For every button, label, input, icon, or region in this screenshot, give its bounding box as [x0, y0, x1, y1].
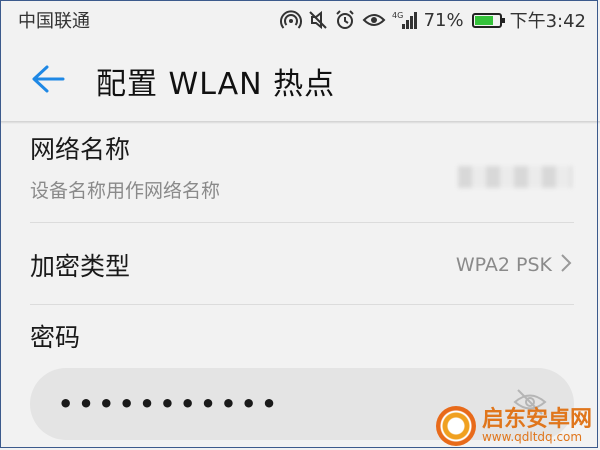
password-field[interactable]: ••••••••••• — [30, 368, 574, 440]
password-value: ••••••••••• — [58, 390, 282, 418]
alarm-icon — [334, 9, 356, 31]
carrier-label: 中国联通 — [18, 11, 90, 32]
network-name-value-blurred — [458, 166, 572, 188]
battery-charging-icon — [471, 12, 505, 28]
status-icons: 4G 71% 下午3:42 — [279, 7, 586, 33]
eye-off-icon — [512, 387, 548, 421]
network-name-row[interactable]: 网络名称 设备名称用作网络名称 — [0, 130, 600, 220]
hotspot-icon — [279, 9, 302, 31]
chevron-right-icon — [560, 253, 572, 278]
back-button[interactable] — [18, 51, 78, 111]
battery-percent: 71% — [423, 9, 464, 31]
password-label: 密码 — [30, 323, 81, 352]
battery-level — [474, 15, 494, 25]
svg-text:4G: 4G — [392, 11, 403, 20]
eye-comfort-icon — [362, 10, 386, 30]
password-visibility-toggle[interactable] — [510, 384, 550, 424]
divider — [30, 304, 574, 305]
encryption-type-value: WPA2 PSK — [455, 254, 552, 276]
network-name-title: 网络名称 — [30, 135, 131, 164]
app-bar-shadow — [0, 121, 600, 124]
signal-icon: 4G — [392, 10, 418, 30]
page-title: 配置 WLAN 热点 — [96, 67, 336, 102]
app-bar: 配置 WLAN 热点 — [0, 40, 600, 122]
status-time: 下午3:42 — [509, 11, 586, 32]
encryption-type-title: 加密类型 — [30, 252, 131, 281]
arrow-left-icon — [31, 64, 65, 98]
encryption-type-row[interactable]: 加密类型 WPA2 PSK — [0, 226, 600, 304]
divider — [30, 222, 574, 223]
status-bar: 中国联通 4G 71% 下午3:42 — [0, 0, 600, 40]
mute-icon — [308, 9, 328, 31]
encryption-type-value-wrap: WPA2 PSK — [456, 253, 572, 278]
